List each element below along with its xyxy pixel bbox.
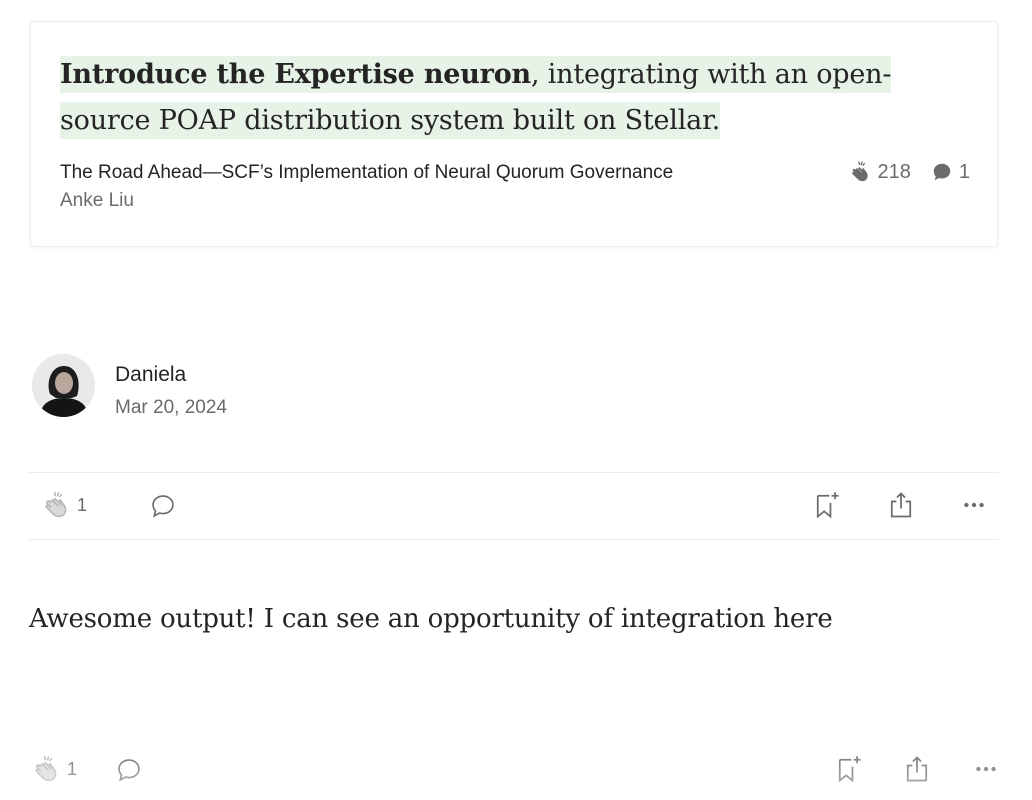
- share-icon: [887, 490, 915, 520]
- bookmark-add-icon: [835, 754, 863, 784]
- clap-icon: [31, 754, 61, 784]
- highlight-card[interactable]: Introduce the Expertise neuron, integrat…: [30, 21, 998, 247]
- more-button[interactable]: [973, 756, 999, 782]
- comment-button[interactable]: [115, 756, 143, 784]
- comment-button[interactable]: [149, 492, 177, 520]
- clap-icon: [41, 490, 71, 520]
- source-story-stats: 218 1: [848, 160, 970, 184]
- comment-icon: [115, 756, 143, 784]
- more-icon: [973, 756, 999, 782]
- comment-icon: [931, 161, 953, 183]
- share-button[interactable]: [887, 490, 915, 520]
- share-button[interactable]: [903, 754, 931, 784]
- source-story-author[interactable]: Anke Liu: [60, 190, 134, 212]
- response-author-name[interactable]: Daniela: [115, 363, 186, 387]
- response-date[interactable]: Mar 20, 2024: [115, 397, 227, 419]
- highlight-quote: Introduce the Expertise neuron, integrat…: [60, 52, 972, 144]
- comment-icon: [149, 492, 177, 520]
- bookmark-button[interactable]: [835, 754, 863, 784]
- response-text[interactable]: Awesome output! I can see an opportunity…: [29, 604, 833, 634]
- divider: [29, 539, 999, 540]
- source-story-title[interactable]: The Road Ahead—SCF’s Implementation of N…: [60, 162, 673, 184]
- clap-count: 1: [67, 758, 78, 779]
- response-action-bar: 1: [29, 740, 999, 800]
- clap-button[interactable]: 1: [41, 490, 87, 520]
- clap-count: 1: [77, 494, 88, 515]
- share-icon: [903, 754, 931, 784]
- avatar[interactable]: [32, 354, 95, 417]
- divider: [29, 472, 999, 473]
- bookmark-add-icon: [813, 490, 841, 520]
- more-icon: [961, 492, 987, 518]
- more-button[interactable]: [961, 492, 987, 518]
- clap-button[interactable]: 1: [31, 754, 77, 784]
- highlight-bold-text: Introduce the Expertise neuron: [60, 59, 531, 90]
- source-story-responses: 1: [958, 160, 970, 183]
- clap-icon: [848, 160, 872, 184]
- story-action-bar: 1: [29, 476, 999, 536]
- bookmark-button[interactable]: [813, 490, 841, 520]
- source-story-claps: 218: [877, 160, 911, 183]
